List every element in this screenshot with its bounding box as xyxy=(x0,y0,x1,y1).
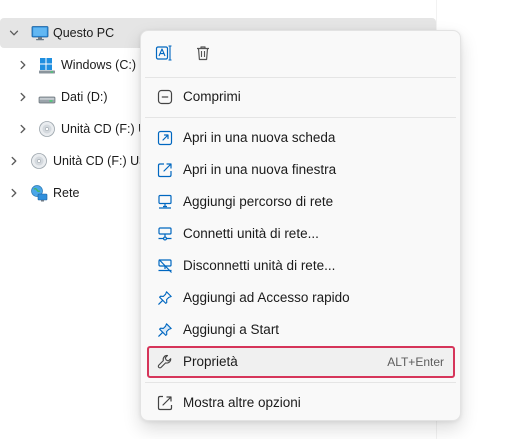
tree-item-label: Unità CD (F:) U3 xyxy=(53,154,147,168)
add-network-location-icon xyxy=(156,193,174,211)
tree-item-label: Windows (C:) xyxy=(61,58,137,72)
menu-item-pin-quick-access[interactable]: Aggiungi ad Accesso rapido xyxy=(147,283,454,313)
file-explorer-window: Questo PC Windows (C:) Dati (D:) Unità C… xyxy=(0,0,520,439)
network-icon xyxy=(30,184,48,202)
tree-item-label: Questo PC xyxy=(53,26,115,40)
disconnect-network-drive-icon xyxy=(156,257,174,275)
menu-separator xyxy=(145,77,456,78)
menu-item-disconnect-network-drive[interactable]: Disconnetti unità di rete... xyxy=(147,251,454,281)
shortcut-label: ALT+Enter xyxy=(387,355,444,369)
menu-item-label: Aggiungi percorso di rete xyxy=(183,194,334,209)
more-options-icon xyxy=(156,394,174,412)
wrench-icon xyxy=(156,353,174,371)
menu-item-label: Apri in una nuova finestra xyxy=(183,162,337,177)
tree-item-label: Dati (D:) xyxy=(61,90,108,104)
menu-separator xyxy=(145,382,456,383)
drive-icon xyxy=(38,88,56,106)
menu-item-label: Connetti unità di rete... xyxy=(183,226,319,241)
menu-item-label: Comprimi xyxy=(183,89,241,104)
chevron-right-icon[interactable] xyxy=(18,60,28,70)
new-tab-icon xyxy=(156,129,174,147)
chevron-right-icon[interactable] xyxy=(18,124,28,134)
quick-actions-bar xyxy=(141,31,460,77)
menu-item-map-network-drive[interactable]: Connetti unità di rete... xyxy=(147,219,454,249)
collapse-icon xyxy=(156,88,174,106)
rename-icon xyxy=(155,44,173,62)
chevron-right-icon[interactable] xyxy=(9,188,19,198)
trash-icon xyxy=(194,44,212,62)
tree-item-label: Rete xyxy=(53,186,80,200)
pin-start-icon xyxy=(156,321,174,339)
chevron-down-icon[interactable] xyxy=(9,28,19,38)
menu-item-pin-start[interactable]: Aggiungi a Start xyxy=(147,315,454,345)
menu-item-label: Apri in una nuova scheda xyxy=(183,130,336,145)
rename-button[interactable] xyxy=(149,38,179,68)
cd-icon xyxy=(38,120,56,138)
menu-item-open-new-window[interactable]: Apri in una nuova finestra xyxy=(147,155,454,185)
context-menu: Comprimi Apri in una nuova scheda Apri i… xyxy=(140,30,461,421)
menu-item-properties[interactable]: Proprietà ALT+Enter xyxy=(147,346,455,378)
menu-item-label: Mostra altre opzioni xyxy=(183,395,301,410)
chevron-right-icon[interactable] xyxy=(9,156,19,166)
menu-item-label: Aggiungi a Start xyxy=(183,322,280,337)
menu-item-label: Aggiungi ad Accesso rapido xyxy=(183,290,350,305)
menu-item-open-new-tab[interactable]: Apri in una nuova scheda xyxy=(147,123,454,153)
tree-item-label: Unità CD (F:) U xyxy=(61,122,148,136)
pin-icon xyxy=(156,289,174,307)
chevron-right-icon[interactable] xyxy=(18,92,28,102)
menu-item-label: Disconnetti unità di rete... xyxy=(183,258,336,273)
monitor-icon xyxy=(31,24,49,42)
delete-button[interactable] xyxy=(188,38,218,68)
menu-item-show-more-options[interactable]: Mostra altre opzioni xyxy=(147,388,454,418)
cd-icon xyxy=(30,152,48,170)
new-window-icon xyxy=(156,161,174,179)
map-network-drive-icon xyxy=(156,225,174,243)
menu-item-collapse[interactable]: Comprimi xyxy=(147,82,454,112)
menu-item-add-network-location[interactable]: Aggiungi percorso di rete xyxy=(147,187,454,217)
menu-item-label: Proprietà xyxy=(183,354,238,369)
windows-drive-icon xyxy=(38,56,56,74)
menu-separator xyxy=(145,117,456,118)
